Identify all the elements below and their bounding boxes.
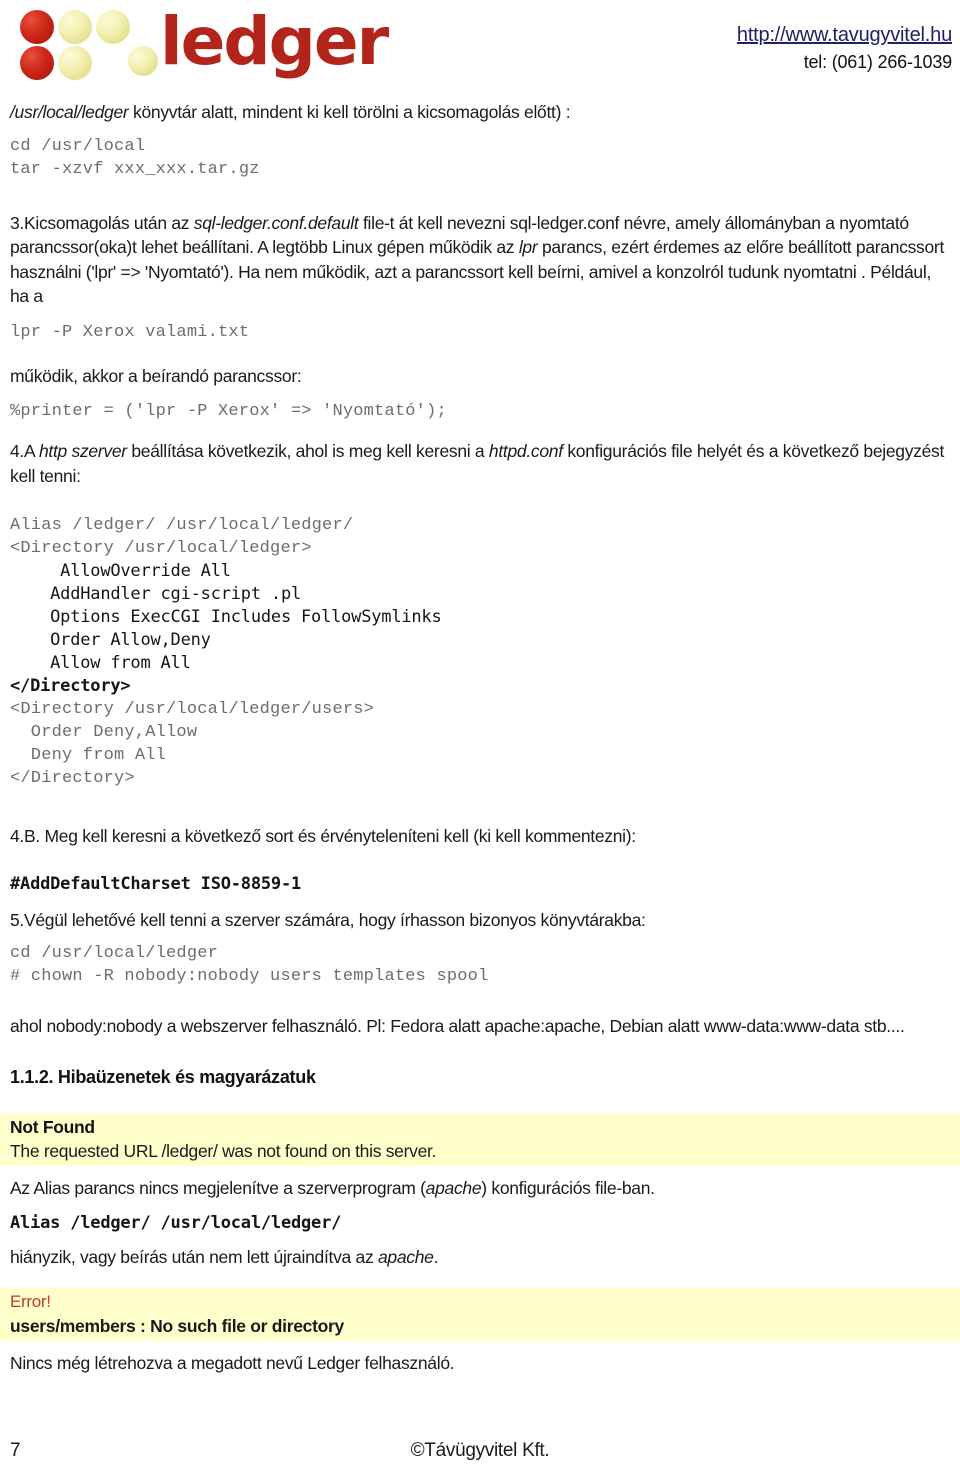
err1-expl-a: Az Alias parancs nincs megjelenítve a sz… — [10, 1177, 426, 1198]
step-3-followup: működik, akkor a beírandó parancssor: — [10, 365, 302, 386]
logo-dot-red-2 — [20, 46, 54, 80]
code-printer-directive: %printer = ('lpr -P Xerox' => 'Nyomtató'… — [10, 402, 447, 421]
step4a-text-a: 4.A — [10, 441, 39, 461]
header-contact: http://www.tavugyvitel.hu tel: (061) 266… — [737, 22, 952, 74]
logo-dot-cream-1 — [58, 10, 92, 44]
logo-dot-red-1 — [20, 10, 54, 44]
error-title: Error! — [10, 1291, 51, 1311]
document-content: /usr/local/ledger könyvtár alatt, minden… — [0, 100, 960, 1375]
step-5-paragraph: 5.Végül lehetővé kell tenni a szerver sz… — [10, 909, 646, 930]
code-cd-usr-local: cd /usr/local — [10, 136, 146, 156]
copyright-notice: ©Távügyvitel Kft. — [410, 1440, 550, 1461]
code-chown: # chown -R nobody:nobody users templates… — [10, 967, 489, 986]
logo-dot-cream-2 — [96, 10, 130, 44]
apache-config-line: Deny from All — [10, 746, 167, 765]
page-footer: 7 ©Távügyvitel Kft. — [0, 1440, 960, 1470]
logo-dot-cream-3 — [58, 46, 92, 80]
intro-paragraph: /usr/local/ledger könyvtár alatt, minden… — [10, 100, 950, 125]
apache-config-line: Order Allow,Deny — [10, 630, 211, 650]
err1-expl2-a: hiányzik, vagy beírás után nem lett újra… — [10, 1247, 378, 1267]
apache-config-line: </Directory> — [10, 769, 135, 788]
step-5-note: ahol nobody:nobody a webszerver felhaszn… — [10, 1016, 905, 1036]
error-message: The requested URL /ledger/ was not found… — [10, 1140, 437, 1161]
err1-expl2-b: . — [433, 1247, 439, 1267]
apache-config-line: </Directory> — [10, 676, 131, 696]
step4a-italic-http: http szerver — [38, 441, 127, 461]
ledger-logo: ledger — [18, 3, 389, 80]
logo-dot-cream-4 — [128, 46, 158, 76]
step3-italic-lpr: lpr — [518, 237, 538, 257]
section-heading-errors: 1.1.2. Hibaüzenetek és magyarázatuk — [10, 1066, 316, 1087]
apache-config-block: Alias /ledger/ /usr/local/ledger/ <Direc… — [10, 514, 950, 790]
apache-config-line: AllowOverride All — [10, 561, 231, 581]
step-3-paragraph: 3.Kicsomagolás után az sql-ledger.conf.d… — [10, 211, 950, 309]
step3-text-a: 3.Kicsomagolás után az — [10, 212, 194, 233]
code-tar-extract: tar -xzvf xxx_xxx.tar.gz — [10, 159, 260, 179]
step-4a-paragraph: 4.A http szerver beállítása következik, … — [10, 439, 950, 488]
apache-config-line: Options ExecCGI Includes FollowSymlinks — [10, 607, 442, 627]
code-cd-ledger: cd /usr/local/ledger — [10, 944, 219, 963]
intro-rest: könyvtár alatt, mindent ki kell törölni … — [128, 102, 571, 122]
error-block-no-such-file: Error! users/members : No such file or d… — [0, 1287, 960, 1341]
code-lpr-example: lpr -P Xerox valami.txt — [10, 322, 250, 342]
error-title: Not Found — [10, 1116, 95, 1137]
error-message: users/members : No such file or director… — [10, 1315, 344, 1336]
apache-config-line: <Directory /usr/local/ledger> — [10, 539, 312, 558]
step-4b-paragraph: 4.B. Meg kell keresni a következő sort é… — [10, 826, 636, 846]
code-adddefaultcharset: #AddDefaultCharset ISO-8859-1 — [10, 873, 302, 894]
apache-config-line: AddHandler cgi-script .pl — [10, 584, 302, 604]
apache-config-line: Order Deny,Allow — [10, 723, 198, 742]
err1-expl-b: ) konfigurációs file-ban. — [481, 1177, 655, 1198]
logo-dots-icon — [18, 4, 158, 80]
error-explanation-1: Az Alias parancs nincs megjelenítve a sz… — [10, 1176, 950, 1201]
page-header: ledger http://www.tavugyvitel.hu tel: (0… — [0, 0, 960, 96]
err1-expl2-italic: apache — [377, 1247, 434, 1267]
apache-config-line: Alias /ledger/ /usr/local/ledger/ — [10, 516, 354, 535]
apache-config-line: <Directory /usr/local/ledger/users> — [10, 700, 375, 719]
phone-number: tel: (061) 266-1039 — [803, 52, 953, 72]
error-block-not-found: Not Found The requested URL /ledger/ was… — [0, 1112, 960, 1166]
err1-expl-italic: apache — [425, 1177, 482, 1198]
apache-config-line: Allow from All — [10, 653, 191, 673]
document-page: ledger http://www.tavugyvitel.hu tel: (0… — [0, 0, 960, 1484]
step4a-text-b: beállítása következik, ahol is meg kell … — [126, 441, 489, 461]
logo-wordmark: ledger — [160, 3, 389, 80]
step3-italic-conf: sql-ledger.conf.default — [193, 212, 359, 233]
error-explanation-3: Nincs még létrehozva a megadott nevű Led… — [10, 1352, 455, 1373]
website-link[interactable]: http://www.tavugyvitel.hu — [737, 22, 952, 48]
error-explanation-2: hiányzik, vagy beírás után nem lett újra… — [10, 1245, 950, 1270]
code-alias-directive: Alias /ledger/ /usr/local/ledger/ — [10, 1213, 342, 1233]
intro-path: /usr/local/ledger — [10, 102, 129, 122]
step4a-italic-httpdconf: httpd.conf — [488, 441, 563, 461]
